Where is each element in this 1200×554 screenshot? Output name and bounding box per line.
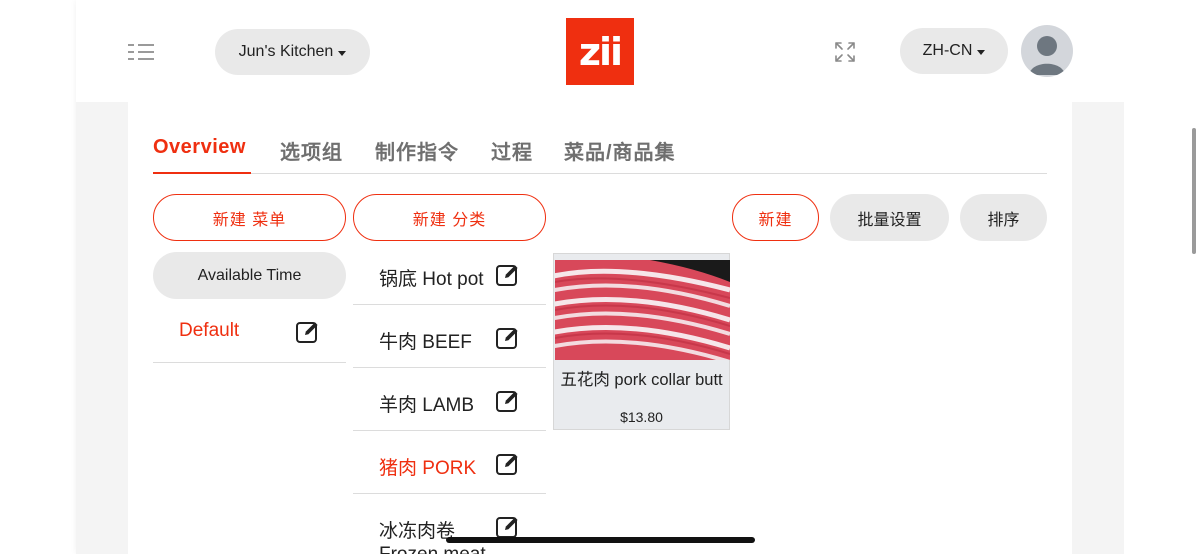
category-item[interactable]: 羊肉 LAMB: [353, 368, 546, 431]
category-label[interactable]: 牛肉 BEEF: [379, 327, 472, 354]
category-item[interactable]: 牛肉 BEEF: [353, 305, 546, 368]
main-card: Overview 选项组 制作指令 过程 菜品/商品集 新建 菜单 新建 分类 …: [128, 102, 1072, 554]
product-name: 五花肉 pork collar butt: [560, 371, 723, 389]
edit-icon[interactable]: [295, 319, 321, 345]
store-selector-label: Jun's Kitchen: [238, 43, 334, 60]
category-label[interactable]: 猪肉 PORK: [379, 453, 476, 480]
category-label[interactable]: 冰冻肉卷: [379, 516, 455, 543]
store-selector[interactable]: Jun's Kitchen: [215, 29, 370, 75]
home-indicator[interactable]: [446, 537, 755, 543]
zii-logo: zii: [566, 18, 634, 85]
tab-overview[interactable]: Overview: [153, 136, 246, 159]
tab-option-groups[interactable]: 选项组: [280, 136, 343, 165]
new-menu-button[interactable]: 新建 菜单: [153, 194, 346, 241]
active-tab-indicator: [153, 172, 251, 174]
menu-item-label[interactable]: Default: [179, 320, 239, 342]
menu-item-default[interactable]: Default: [153, 299, 346, 363]
product-image: [555, 260, 730, 360]
tab-prep-instructions[interactable]: 制作指令: [375, 136, 459, 165]
category-item[interactable]: 锅底 Hot pot: [353, 242, 546, 305]
sort-button[interactable]: 排序: [960, 194, 1047, 241]
edit-icon[interactable]: [495, 262, 521, 288]
new-item-button[interactable]: 新建: [732, 194, 819, 241]
edit-icon[interactable]: [495, 451, 521, 477]
language-selector-label: ZH-CN: [922, 42, 973, 59]
tab-bar: Overview 选项组 制作指令 过程 菜品/商品集: [153, 136, 1047, 174]
category-item[interactable]: 冰冻肉卷 Frozen meat: [353, 494, 546, 554]
category-label[interactable]: 锅底 Hot pot: [379, 264, 484, 291]
batch-settings-button[interactable]: 批量设置: [830, 194, 949, 241]
menu-icon[interactable]: [128, 42, 156, 62]
available-time-button[interactable]: Available Time: [153, 252, 346, 299]
top-header: Jun's Kitchen zii ZH-CN: [76, 0, 1124, 102]
user-icon: [1029, 36, 1065, 75]
page-margin-left: [0, 0, 76, 554]
page-margin-right: [1124, 0, 1200, 554]
tab-item-sets[interactable]: 菜品/商品集: [564, 136, 676, 165]
new-category-button[interactable]: 新建 分类: [353, 194, 546, 241]
language-selector[interactable]: ZH-CN: [900, 28, 1008, 74]
fullscreen-icon[interactable]: [833, 40, 857, 64]
scrollbar[interactable]: [1192, 128, 1196, 254]
product-price: $13.80: [620, 409, 663, 425]
edit-icon[interactable]: [495, 325, 521, 351]
category-label-continued[interactable]: Frozen meat: [379, 544, 486, 554]
avatar[interactable]: [1021, 25, 1073, 77]
category-item-active[interactable]: 猪肉 PORK: [353, 431, 546, 494]
category-label[interactable]: 羊肉 LAMB: [379, 390, 474, 417]
caret-down-icon: [338, 50, 347, 56]
caret-down-icon: [977, 49, 986, 55]
tab-process[interactable]: 过程: [491, 136, 533, 165]
product-card[interactable]: 五花肉 pork collar butt $13.80: [553, 253, 730, 430]
edit-icon[interactable]: [495, 388, 521, 414]
